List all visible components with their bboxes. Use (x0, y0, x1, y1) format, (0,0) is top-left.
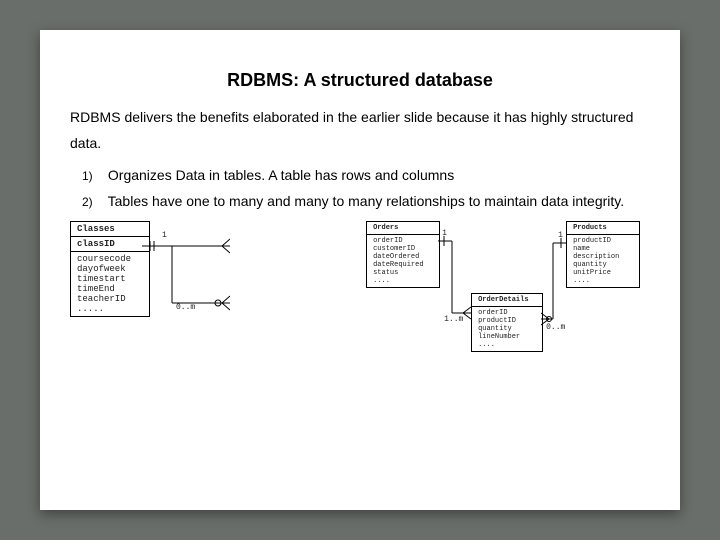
cardinality-label: 1 (558, 231, 563, 240)
field: coursecode (77, 254, 143, 264)
field: timestart (77, 274, 143, 284)
field: quantity (573, 261, 633, 269)
list-text: Organizes Data in tables. A table has ro… (108, 167, 454, 183)
field: ..... (77, 304, 143, 314)
field: description (573, 253, 633, 261)
field: name (573, 245, 633, 253)
table-title: Classes (71, 222, 149, 237)
relation-line-left (438, 221, 478, 351)
cardinality-label: 1 (442, 229, 447, 238)
diagram-orders-products: Orders orderID customerID dateOrdered da… (366, 221, 650, 351)
table-classes: Classes classID coursecode dayofweek tim… (70, 221, 150, 317)
diagrams-row: Teachers teacherID name office phone ema… (70, 215, 650, 351)
field: timeEnd (77, 284, 143, 294)
table-body: coursecode dayofweek timestart timeEnd t… (71, 252, 149, 316)
field: customerID (373, 245, 433, 253)
slide: RDBMS: A structured database RDBMS deliv… (40, 30, 680, 510)
list-number: 2) (82, 191, 104, 213)
field: .... (373, 277, 433, 285)
table-body: orderID productID quantity lineNumber ..… (472, 307, 542, 351)
cardinality-label: 1 (162, 231, 167, 240)
field: status (373, 269, 433, 277)
field: lineNumber (478, 333, 536, 341)
table-body: orderID customerID dateOrdered dateRequi… (367, 235, 439, 287)
relation-line (142, 221, 230, 341)
table-title: Orders (367, 222, 439, 235)
intro-paragraph: RDBMS delivers the benefits elaborated i… (70, 105, 650, 157)
list-item: 2) Tables have one to many and many to m… (82, 189, 650, 215)
table-orders: Orders orderID customerID dateOrdered da… (366, 221, 440, 288)
field: orderID (373, 237, 433, 245)
field: dateOrdered (373, 253, 433, 261)
field: dateRequired (373, 261, 433, 269)
list-item: 1) Organizes Data in tables. A table has… (82, 163, 650, 189)
slide-title: RDBMS: A structured database (70, 70, 650, 91)
field: .... (478, 341, 536, 349)
field: dayofweek (77, 264, 143, 274)
field: quantity (478, 325, 536, 333)
field: .... (573, 277, 633, 285)
cardinality-label: 0..m (176, 303, 195, 312)
table-pk: classID (71, 237, 149, 252)
field: productID (573, 237, 633, 245)
field: productID (478, 317, 536, 325)
table-title: OrderDetails (472, 294, 542, 307)
list-text: Tables have one to many and many to many… (108, 193, 624, 209)
table-orderdetails: OrderDetails orderID productID quantity … (471, 293, 543, 352)
numbered-list: 1) Organizes Data in tables. A table has… (70, 163, 650, 215)
field: unitPrice (573, 269, 633, 277)
field: teacherID (77, 294, 143, 304)
list-number: 1) (82, 165, 104, 187)
content-area: RDBMS: A structured database RDBMS deliv… (40, 30, 680, 351)
field: orderID (478, 309, 536, 317)
cardinality-label: 1..m (444, 315, 463, 324)
cardinality-label: 0..m (546, 323, 565, 332)
diagram-teachers-classes: Teachers teacherID name office phone ema… (70, 221, 344, 341)
